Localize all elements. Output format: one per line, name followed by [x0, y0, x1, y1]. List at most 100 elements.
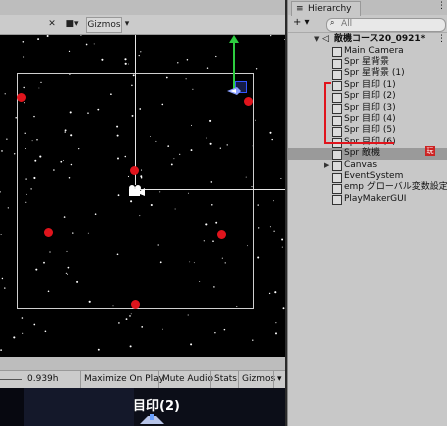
star [4, 93, 6, 95]
game-gizmos-dropdown-icon[interactable]: ▾ [273, 371, 285, 388]
star [280, 177, 282, 180]
scene-tab-strip [0, 0, 285, 15]
gameobject-icon [332, 149, 342, 160]
camera-icon[interactable] [126, 185, 146, 197]
stats-button[interactable]: Stats [210, 371, 240, 388]
star [223, 328, 226, 331]
star [124, 62, 127, 65]
gameobject-icon [332, 183, 342, 194]
annotation-bracket-top [324, 82, 331, 84]
hierarchy-item-label: Spr 星背景 (1) [344, 68, 405, 79]
scale-slider-track[interactable] [0, 379, 22, 380]
tools-icon[interactable]: ✕ [46, 17, 58, 31]
star [258, 227, 260, 229]
star [141, 326, 144, 328]
hierarchy-item[interactable]: Main Camera [288, 45, 447, 58]
tab-hierarchy[interactable]: ≡ Hierarchy [291, 1, 361, 16]
star [130, 313, 132, 315]
camera-guide-horizontal [140, 189, 285, 190]
hierarchy-item[interactable]: Spr 目印 (4) [288, 114, 447, 126]
marker-dot[interactable] [217, 230, 226, 239]
hierarchy-item[interactable]: EventSystem [288, 171, 447, 183]
star [97, 348, 100, 351]
star [21, 317, 24, 319]
star [0, 191, 1, 193]
gameobject-icon [332, 126, 342, 137]
scene-menu-icon[interactable]: ⋮ [437, 34, 446, 45]
hierarchy-item[interactable]: Spr 星背景 [288, 57, 447, 69]
hierarchy-item[interactable]: PlayMakerGUI [288, 193, 447, 206]
hierarchy-search-field[interactable]: ⌕ All [326, 18, 446, 32]
hierarchy-item-label: Spr 星背景 [344, 57, 389, 67]
unity-scene-icon: ◁ [322, 34, 329, 44]
star [124, 58, 127, 61]
gameobject-icon [332, 161, 342, 172]
star [93, 43, 95, 45]
star [268, 292, 271, 295]
gameobject-icon [332, 58, 342, 69]
marker-dot[interactable] [244, 97, 253, 106]
star [118, 322, 120, 324]
star [214, 331, 216, 334]
star [7, 207, 9, 209]
star [186, 58, 189, 61]
star [177, 62, 179, 64]
maximize-on-play-button[interactable]: Maximize On Play [80, 371, 167, 388]
gizmos-button[interactable]: Gizmos [86, 17, 122, 33]
scene-view[interactable] [0, 35, 285, 357]
gameobject-icon [332, 92, 342, 103]
scene-root-row[interactable]: ▼ ◁ 敵機コース20_0921* ⋮ [288, 34, 447, 45]
marker-dot[interactable] [44, 228, 53, 237]
camera-settings-icon[interactable]: ■▾ [64, 17, 80, 31]
scale-value: 0.939h [27, 374, 59, 384]
hierarchy-item[interactable]: Spr 目印 (1) [288, 80, 447, 92]
star [282, 307, 285, 310]
marker-dot[interactable] [131, 300, 140, 309]
star [44, 330, 47, 333]
enemy-ship-icon [227, 86, 241, 96]
gizmo-y-arrow-icon[interactable] [229, 35, 239, 43]
expand-arrow-icon[interactable]: ▶ [324, 160, 329, 171]
annotation-bracket-bottom [324, 142, 394, 144]
hierarchy-item[interactable]: ▶ Canvas [288, 160, 447, 172]
add-button[interactable]: + ▾ [293, 17, 310, 28]
hierarchy-item[interactable]: Spr 星背景 (1) [288, 68, 447, 80]
mute-audio-button[interactable]: Mute Audio [158, 371, 216, 388]
star [275, 322, 277, 324]
hierarchy-item-label: Main Camera [344, 45, 404, 56]
star [23, 56, 25, 58]
star [68, 50, 71, 53]
star [269, 131, 272, 134]
star [22, 41, 25, 43]
game-view[interactable]: 目印(2) [0, 388, 285, 426]
star [33, 323, 36, 326]
expand-arrow-icon[interactable]: ▼ [314, 34, 319, 45]
star [257, 256, 260, 259]
marker-dot[interactable] [17, 93, 26, 102]
gizmos-dropdown-icon[interactable]: ▾ [122, 17, 132, 31]
marker-dot[interactable] [130, 166, 139, 175]
panel-divider [0, 357, 285, 370]
gameobject-icon [332, 115, 342, 126]
hierarchy-item[interactable]: Spr 敵機 [288, 148, 447, 160]
search-placeholder: All [341, 19, 353, 29]
star [281, 238, 284, 241]
hierarchy-item[interactable]: emp グローバル変数設定 [288, 182, 447, 194]
scene-toolbar: ✕ ■▾ Gizmos ▾ [0, 15, 285, 35]
hierarchy-item-label: PlayMakerGUI [344, 193, 407, 204]
panel-menu-icon[interactable]: ⋮ [437, 1, 446, 11]
gameobject-icon [332, 81, 342, 92]
star [274, 291, 277, 294]
star [215, 55, 217, 58]
star [127, 63, 129, 65]
game-dark-region [0, 388, 24, 426]
hierarchy-item-label: Spr 目印 (5) [344, 125, 396, 136]
hierarchy-item[interactable]: Spr 目印 (5) [288, 125, 447, 137]
star [129, 315, 131, 317]
hierarchy-item[interactable]: Spr 目印 (2) [288, 91, 447, 103]
search-icon: ⌕ [330, 18, 335, 27]
hierarchy-item[interactable]: Spr 目印 (3) [288, 103, 447, 115]
gameobject-icon [332, 172, 342, 183]
star [255, 68, 258, 70]
star [125, 318, 128, 321]
